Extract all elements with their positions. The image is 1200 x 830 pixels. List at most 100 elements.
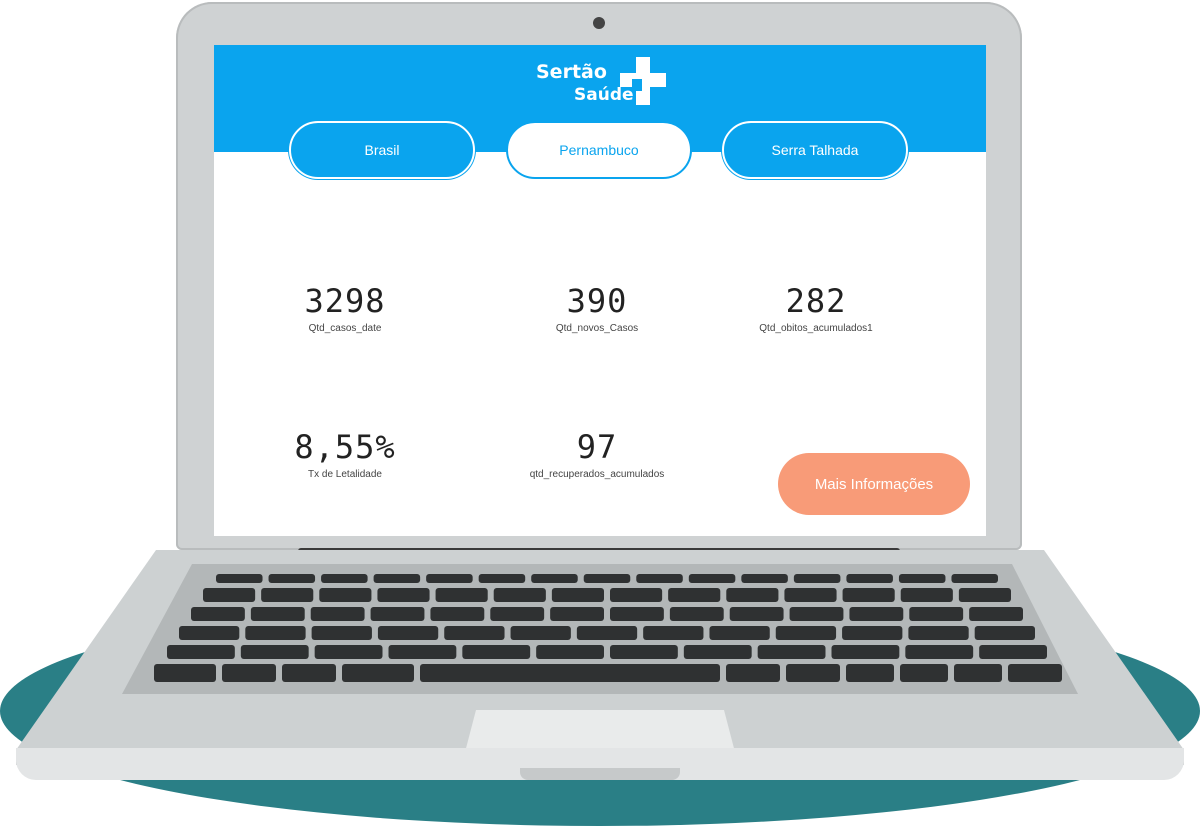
- keyboard-key: [793, 574, 841, 583]
- keyboard-key: [610, 645, 678, 659]
- keyboard-key: [216, 574, 263, 583]
- keyboard-key: [490, 607, 545, 621]
- keyboard-key: [898, 574, 946, 583]
- keyboard-key: [245, 626, 306, 640]
- kpi-label: Qtd_obitos_acumulados1: [759, 323, 873, 334]
- kpi-recuperados: 97 qtd_recuperados_acumulados: [487, 429, 707, 480]
- keyboard-key: [683, 645, 752, 659]
- kpi-value: 282: [785, 282, 847, 320]
- keyboard-key: [951, 574, 998, 583]
- kpi-value: 3298: [304, 282, 386, 320]
- lid-opening-notch: [520, 768, 680, 780]
- keyboard-key: [900, 588, 953, 602]
- kpi-novos-casos: 390 Qtd_novos_Casos: [487, 283, 707, 334]
- logo-text-line1: Sertão: [536, 61, 607, 83]
- keyboard-key: [268, 574, 316, 583]
- keyboard-key: [729, 607, 784, 621]
- keyboard-key: [261, 588, 314, 602]
- keyboard-key: [726, 664, 780, 682]
- laptop-base: [16, 550, 1184, 780]
- keyboard-key: [709, 626, 770, 640]
- keyboard-key: [775, 626, 837, 640]
- keyboard-key: [909, 607, 964, 621]
- dashboard-screen: Sertão Saúde Brasil Pernambuco Serra Tal…: [214, 45, 986, 536]
- keyboard-key: [179, 626, 240, 640]
- keyboard-key: [908, 626, 969, 640]
- keyboard-key: [842, 588, 895, 602]
- keyboard-key: [531, 574, 578, 583]
- more-info-button[interactable]: Mais Informações: [778, 453, 970, 515]
- kpi-label: qtd_recuperados_acumulados: [529, 469, 665, 480]
- keyboard-key: [900, 664, 948, 682]
- keyboard-key: [551, 588, 604, 602]
- medical-cross-icon: [620, 57, 666, 105]
- keyboard-key: [388, 645, 457, 659]
- keyboard-key: [282, 664, 336, 682]
- keyboard-key: [167, 645, 235, 659]
- keyboard-key: [831, 645, 900, 659]
- sertao-saude-logo: Sertão Saúde: [536, 53, 666, 111]
- keyboard-key: [969, 607, 1023, 621]
- keyboard-key: [314, 645, 383, 659]
- keyboard-key: [842, 626, 903, 640]
- keyboard-key: [741, 574, 788, 583]
- keyboard-key: [342, 664, 414, 682]
- kpi-label: Qtd_novos_Casos: [555, 323, 639, 334]
- keyboard-key: [789, 607, 844, 621]
- keyboard-key: [154, 664, 216, 682]
- keyboard-key: [669, 607, 724, 621]
- kpi-obitos: 282 Qtd_obitos_acumulados1: [706, 283, 926, 334]
- kpi-label: Qtd_casos_date: [308, 323, 382, 334]
- keyboard-key: [240, 645, 309, 659]
- keyboard-key: [203, 588, 256, 602]
- keyboard-key: [510, 626, 571, 640]
- keyboard-key: [958, 588, 1011, 602]
- kpi-value: 390: [566, 282, 628, 320]
- keyboard-key: [311, 626, 372, 640]
- keyboard-key: [550, 607, 604, 621]
- keyboard-key: [319, 588, 372, 602]
- webcam-icon: [593, 17, 605, 29]
- kpi-label: Tx de Letalidade: [308, 469, 382, 480]
- keyboard-key: [905, 645, 974, 659]
- keyboard-key: [974, 626, 1035, 640]
- keyboard-key: [373, 574, 421, 583]
- keyboard-key: [636, 574, 683, 583]
- keyboard-key: [377, 588, 430, 602]
- kpi-casos: 3298 Qtd_casos_date: [235, 283, 455, 334]
- keyboard-key: [430, 607, 485, 621]
- keyboard-key: [846, 664, 894, 682]
- keyboard-key: [643, 626, 704, 640]
- keyboard-key: [377, 626, 439, 640]
- kpi-value: 97: [576, 428, 618, 466]
- keyboard-key: [979, 645, 1047, 659]
- keyboard-key: [846, 574, 893, 583]
- tab-serra-talhada[interactable]: Serra Talhada: [722, 121, 908, 179]
- keyboard-key: [610, 588, 663, 602]
- keyboard-key: [310, 607, 365, 621]
- keyboard-key: [462, 645, 531, 659]
- keyboard-key: [849, 607, 904, 621]
- keyboard-key: [370, 607, 425, 621]
- keyboard-key: [583, 574, 631, 583]
- tab-brasil[interactable]: Brasil: [289, 121, 475, 179]
- keyboard-key: [420, 664, 720, 682]
- keyboard-key: [426, 574, 473, 583]
- keyboard-key: [757, 645, 826, 659]
- keyboard-key: [435, 588, 488, 602]
- keyboard-key: [536, 645, 604, 659]
- keyboard-key: [688, 574, 736, 583]
- keyboard-key: [726, 588, 779, 602]
- keyboard-key: [478, 574, 526, 583]
- keyboard-key: [444, 626, 505, 640]
- keyboard-key: [1008, 664, 1062, 682]
- keyboard-key: [786, 664, 840, 682]
- keyboard-key: [576, 626, 638, 640]
- keyboard-key: [222, 664, 276, 682]
- keyboard-key: [668, 588, 721, 602]
- keyboard-key: [954, 664, 1002, 682]
- keyboard-key: [493, 588, 546, 602]
- keyboard-key: [610, 607, 664, 621]
- tab-pernambuco[interactable]: Pernambuco: [506, 121, 692, 179]
- kpi-letalidade: 8,55% Tx de Letalidade: [235, 429, 455, 480]
